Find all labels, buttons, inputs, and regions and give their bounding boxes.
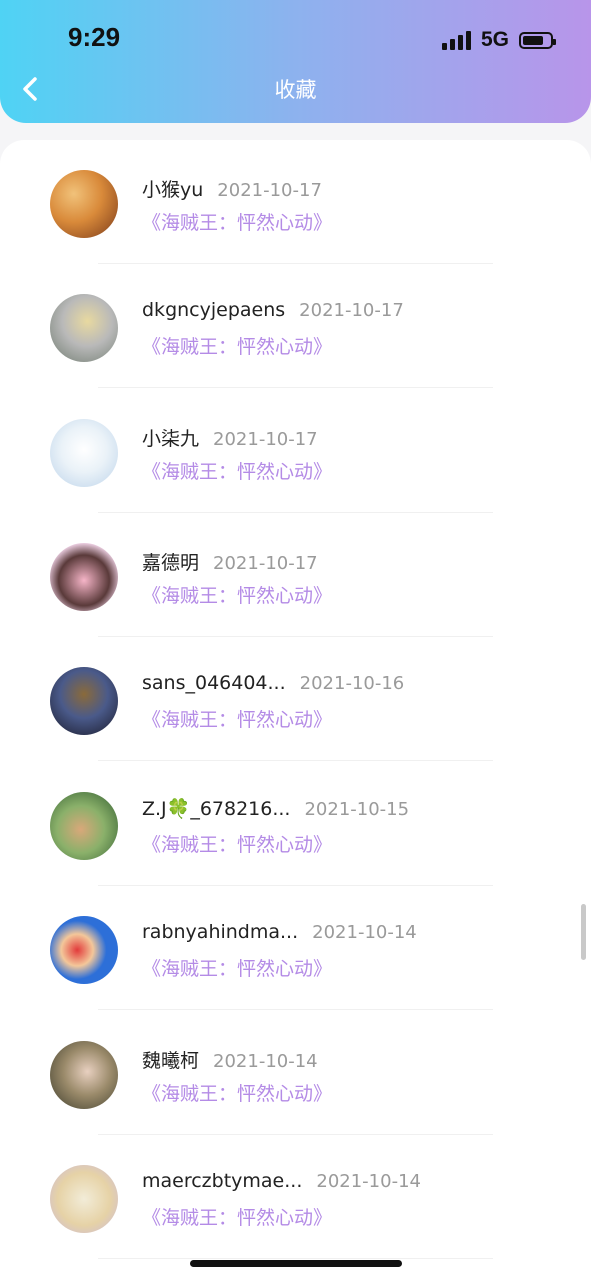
top-header: 9:29 5G 收藏	[0, 0, 591, 123]
list-item[interactable]: Z.J🍀_678216... 2021-10-15 《海贼王：怦然心动》	[0, 762, 591, 886]
list-item[interactable]: 小柒九 2021-10-17 《海贼王：怦然心动》	[0, 389, 591, 513]
avatar	[50, 170, 118, 238]
work-title: 《海贼王：怦然心动》	[142, 834, 333, 856]
user-name: 小猴yu	[142, 179, 204, 201]
avatar	[50, 1041, 118, 1109]
divider	[98, 1009, 493, 1010]
user-name: dkgncyjepaens	[142, 299, 286, 321]
signal-icon	[441, 30, 471, 50]
work-title: 《海贼王：怦然心动》	[142, 212, 333, 234]
user-name: maerczbtymae...	[142, 1170, 303, 1192]
list-item[interactable]: dkgncyjepaens 2021-10-17 《海贼王：怦然心动》	[0, 264, 591, 388]
favorite-date: 2021-10-14	[213, 1051, 318, 1072]
work-title: 《海贼王：怦然心动》	[142, 958, 333, 980]
favorite-date: 2021-10-14	[312, 922, 417, 943]
user-name: 魏曦柯	[142, 1050, 200, 1072]
favorite-date: 2021-10-17	[299, 300, 404, 321]
avatar	[50, 667, 118, 735]
favorite-date: 2021-10-15	[304, 799, 410, 820]
list-item[interactable]: 小猴yu 2021-10-17 《海贼王：怦然心动》	[0, 140, 591, 264]
avatar	[50, 294, 118, 362]
work-title: 《海贼王：怦然心动》	[142, 1207, 333, 1229]
favorite-date: 2021-10-16	[299, 673, 405, 694]
list-item[interactable]: maerczbtymae... 2021-10-14 《海贼王：怦然心动》	[0, 1135, 591, 1259]
favorite-date: 2021-10-17	[217, 180, 322, 201]
work-title: 《海贼王：怦然心动》	[142, 336, 333, 358]
status-indicators: 5G	[441, 28, 556, 52]
favorite-date: 2021-10-17	[213, 553, 318, 574]
favorite-date: 2021-10-14	[316, 1171, 421, 1192]
user-name: 小柒九	[142, 428, 200, 450]
divider	[98, 760, 493, 761]
network-type: 5G	[480, 28, 509, 51]
user-name: 嘉德明	[142, 552, 200, 574]
status-time: 9:29	[68, 22, 121, 52]
favorite-date: 2021-10-17	[213, 429, 318, 450]
list-item[interactable]: rabnyahindma... 2021-10-14 《海贼王：怦然心动》	[0, 886, 591, 1010]
divider	[98, 387, 493, 388]
avatar	[50, 1165, 118, 1233]
home-indicator[interactable]	[190, 1260, 402, 1267]
work-title: 《海贼王：怦然心动》	[142, 585, 333, 607]
user-name: Z.J🍀_678216...	[142, 798, 291, 820]
work-title: 《海贼王：怦然心动》	[142, 461, 333, 483]
work-title: 《海贼王：怦然心动》	[142, 1083, 333, 1105]
list-item[interactable]: 嘉德明 2021-10-17 《海贼王：怦然心动》	[0, 513, 591, 637]
avatar	[50, 916, 118, 984]
favorites-list: 小猴yu 2021-10-17 《海贼王：怦然心动》 dkgncyjepaens 2…	[0, 140, 591, 1280]
user-name: rabnyahindma...	[142, 921, 299, 943]
avatar	[50, 792, 118, 860]
avatar	[50, 419, 118, 487]
battery-icon	[519, 31, 556, 49]
scrollbar[interactable]	[581, 904, 586, 960]
work-title: 《海贼王：怦然心动》	[142, 709, 333, 731]
user-name: sans_046404...	[142, 672, 286, 694]
list-item[interactable]: sans_046404... 2021-10-16 《海贼王：怦然心动》	[0, 637, 591, 761]
list-item[interactable]: 魏曦柯 2021-10-14 《海贼王：怦然心动》	[0, 1011, 591, 1135]
page-title: 收藏	[274, 78, 317, 102]
divider	[98, 1258, 493, 1259]
avatar	[50, 543, 118, 611]
